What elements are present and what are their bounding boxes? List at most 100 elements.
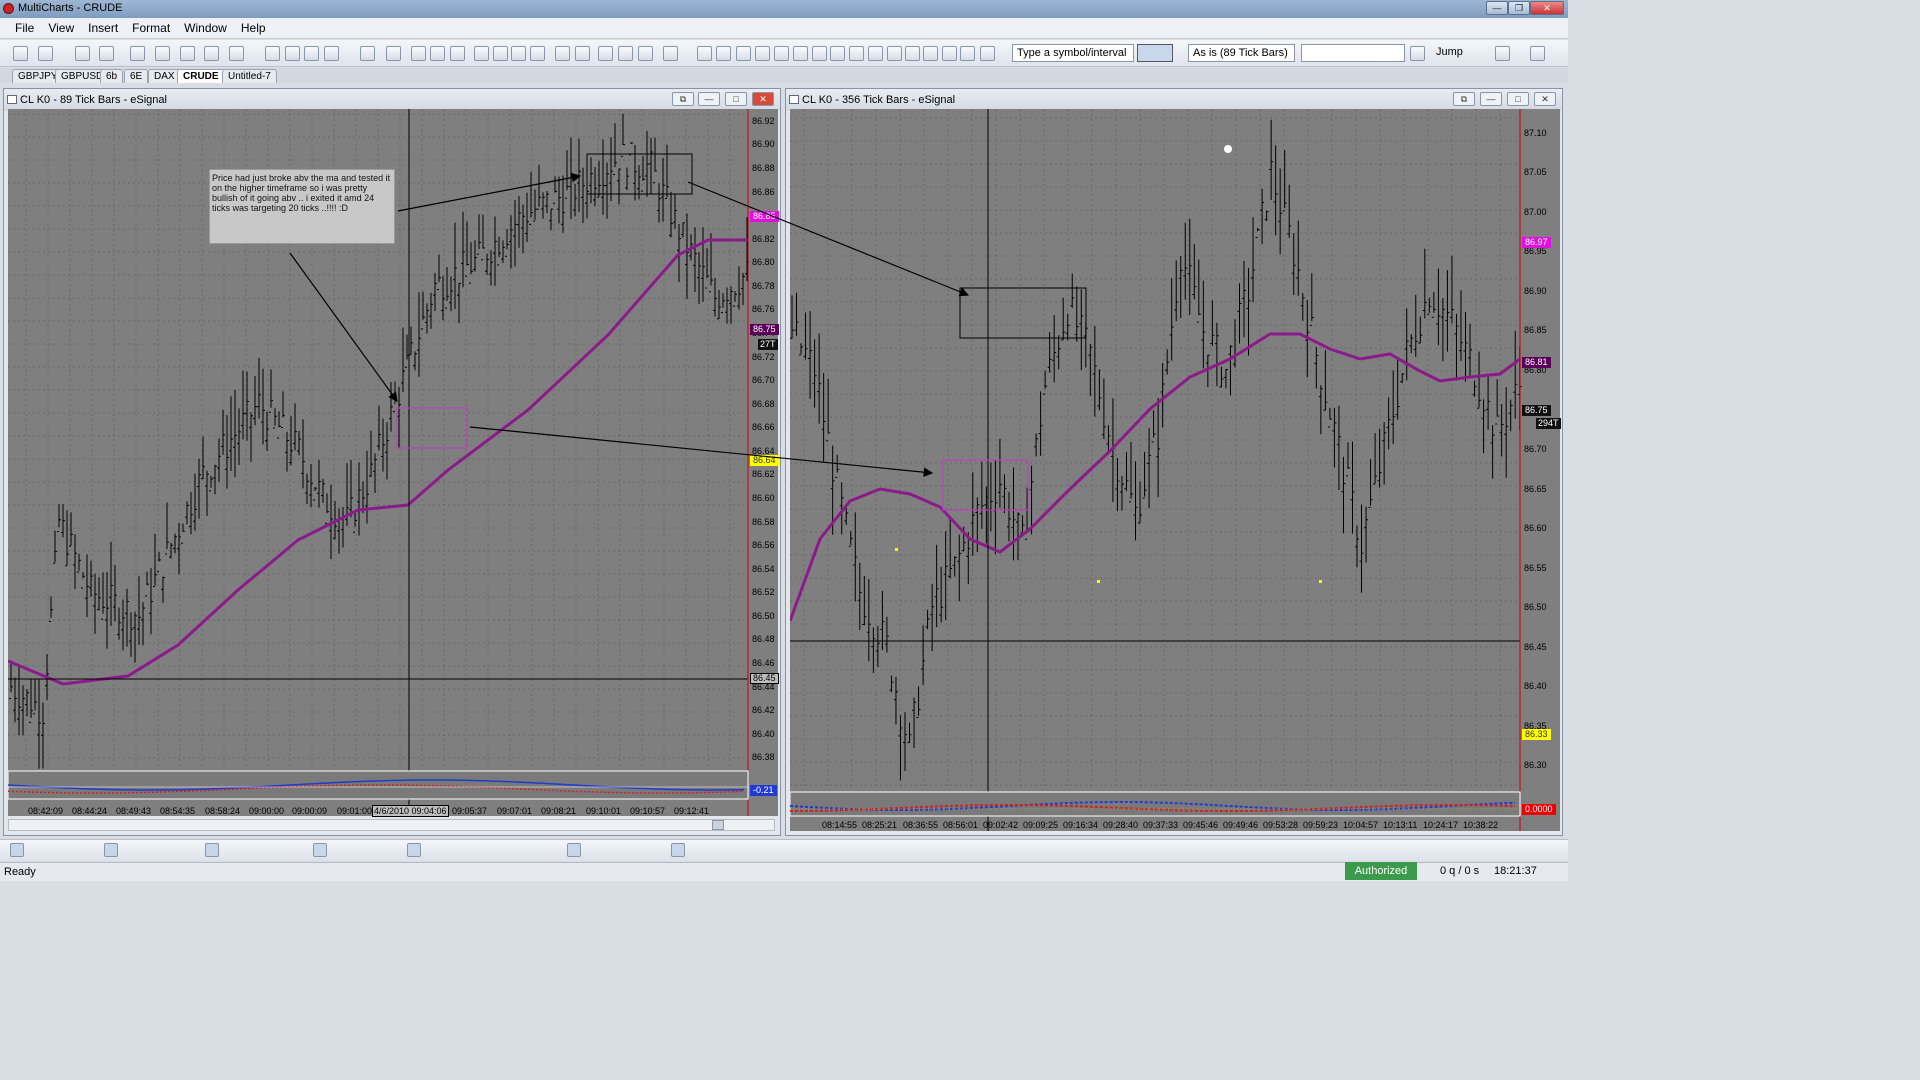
tab-6b[interactable]: 6b [100, 69, 124, 83]
toolbar-button-35[interactable] [830, 46, 845, 61]
drawing-tool-20[interactable] [407, 843, 421, 857]
drawing-tool-4[interactable] [86, 843, 100, 857]
drawing-tool-19[interactable] [388, 843, 402, 857]
drawing-tool-1[interactable] [30, 843, 44, 857]
right-chart-restore-button[interactable]: ⧉ [1453, 92, 1475, 106]
drawing-tool-3[interactable] [68, 843, 82, 857]
toolbar-button-31[interactable] [755, 46, 770, 61]
menu-view[interactable]: View [41, 18, 81, 38]
drawing-tool-27[interactable] [615, 843, 629, 857]
toolbar-button-45[interactable] [1495, 46, 1510, 61]
drawing-tool-0[interactable] [10, 843, 24, 857]
toolbar-button-28[interactable] [697, 46, 712, 61]
toolbar-button-13[interactable] [360, 46, 375, 61]
resolution-select[interactable]: As is (89 Tick Bars) [1188, 44, 1295, 62]
toolbar-button-36[interactable] [849, 46, 864, 61]
toolbar-button-33[interactable] [793, 46, 808, 61]
toolbar-button-1[interactable] [38, 46, 53, 61]
tab-6e[interactable]: 6E [124, 69, 149, 83]
menu-file[interactable]: File [8, 18, 41, 38]
toolbar-button-39[interactable] [905, 46, 920, 61]
toolbar-button-9[interactable] [265, 46, 280, 61]
toolbar-button-32[interactable] [774, 46, 789, 61]
toolbar-button-22[interactable] [555, 46, 570, 61]
left-chart-minimize-button[interactable]: — [698, 92, 720, 106]
date-input[interactable] [1301, 44, 1405, 62]
drawing-tool-11[interactable] [224, 843, 238, 857]
tab-crude[interactable]: CRUDE [177, 69, 225, 83]
drawing-tool-22[interactable] [472, 843, 486, 857]
toolbar-button-37[interactable] [868, 46, 883, 61]
toolbar-button-40[interactable] [923, 46, 938, 61]
toolbar-button-17[interactable] [450, 46, 465, 61]
toolbar-button-41[interactable] [942, 46, 957, 61]
toolbar-button-26[interactable] [638, 46, 653, 61]
drawing-tool-14[interactable] [293, 843, 307, 857]
drawing-tool-29[interactable] [652, 843, 666, 857]
toolbar-button-14[interactable] [386, 46, 401, 61]
drawing-tool-25[interactable] [567, 843, 581, 857]
drawing-tool-6[interactable] [130, 843, 144, 857]
toolbar-button-18[interactable] [474, 46, 489, 61]
toolbar-button-4[interactable] [130, 46, 145, 61]
toolbar-button-0[interactable] [13, 46, 28, 61]
toolbar-button-46[interactable] [1530, 46, 1545, 61]
drawing-tool-8[interactable] [166, 843, 180, 857]
right-chart-maximize-button[interactable]: □ [1507, 92, 1529, 106]
drawing-tool-5[interactable] [104, 843, 118, 857]
toolbar-button-11[interactable] [304, 46, 319, 61]
menu-help[interactable]: Help [234, 18, 273, 38]
toolbar-button-42[interactable] [960, 46, 975, 61]
drawing-tool-28[interactable] [633, 843, 647, 857]
drawing-tool-9[interactable] [186, 843, 200, 857]
drawing-tool-23[interactable] [503, 843, 517, 857]
drawing-tool-31[interactable] [690, 843, 704, 857]
drawing-tool-2[interactable] [50, 843, 64, 857]
annotation-note[interactable]: Price had just broke abv the ma and test… [209, 169, 395, 244]
drawing-tool-12[interactable] [250, 843, 264, 857]
menu-format[interactable]: Format [125, 18, 177, 38]
drawing-tool-30[interactable] [671, 843, 685, 857]
toolbar-button-21[interactable] [530, 46, 545, 61]
left-chart-restore-button[interactable]: ⧉ [672, 92, 694, 106]
drawing-tool-7[interactable] [148, 843, 162, 857]
drawing-tool-18[interactable] [369, 843, 383, 857]
toolbar-button-8[interactable] [229, 46, 244, 61]
left-chart-close-button[interactable]: ✕ [752, 92, 774, 106]
toolbar-button-15[interactable] [411, 46, 426, 61]
interval-picker-button[interactable] [1137, 44, 1173, 62]
right-chart-close-button[interactable]: ✕ [1534, 92, 1556, 106]
toolbar-button-24[interactable] [598, 46, 613, 61]
left-chart-scrollbar[interactable] [8, 819, 775, 831]
toolbar-button-25[interactable] [618, 46, 633, 61]
toolbar-button-43[interactable] [980, 46, 995, 61]
menu-insert[interactable]: Insert [81, 18, 125, 38]
toolbar-button-6[interactable] [180, 46, 195, 61]
toolbar-button-23[interactable] [575, 46, 590, 61]
toolbar-button-10[interactable] [285, 46, 300, 61]
drawing-tool-16[interactable] [331, 843, 345, 857]
toolbar-button-34[interactable] [812, 46, 827, 61]
toolbar-button-19[interactable] [493, 46, 508, 61]
toolbar-button-29[interactable] [716, 46, 731, 61]
right-chart-minimize-button[interactable]: — [1480, 92, 1502, 106]
toolbar-button-2[interactable] [75, 46, 90, 61]
close-button[interactable]: ✕ [1530, 1, 1564, 15]
jump-button[interactable]: Jump [1436, 46, 1463, 58]
drawing-tool-10[interactable] [205, 843, 219, 857]
tab-untitled-7[interactable]: Untitled-7 [222, 69, 277, 83]
drawing-tool-17[interactable] [350, 843, 364, 857]
tab-dax[interactable]: DAX [148, 69, 181, 83]
toolbar-button-44[interactable] [1410, 46, 1425, 61]
minimize-button[interactable]: — [1486, 1, 1508, 15]
symbol-input[interactable]: Type a symbol/interval [1012, 44, 1134, 62]
toolbar-button-27[interactable] [663, 46, 678, 61]
drawing-tool-24[interactable] [535, 843, 549, 857]
toolbar-button-3[interactable] [99, 46, 114, 61]
drawing-tool-26[interactable] [597, 843, 611, 857]
toolbar-button-5[interactable] [155, 46, 170, 61]
toolbar-button-30[interactable] [736, 46, 751, 61]
drawing-tool-15[interactable] [313, 843, 327, 857]
toolbar-button-16[interactable] [430, 46, 445, 61]
right-price-chart[interactable] [790, 109, 1560, 831]
